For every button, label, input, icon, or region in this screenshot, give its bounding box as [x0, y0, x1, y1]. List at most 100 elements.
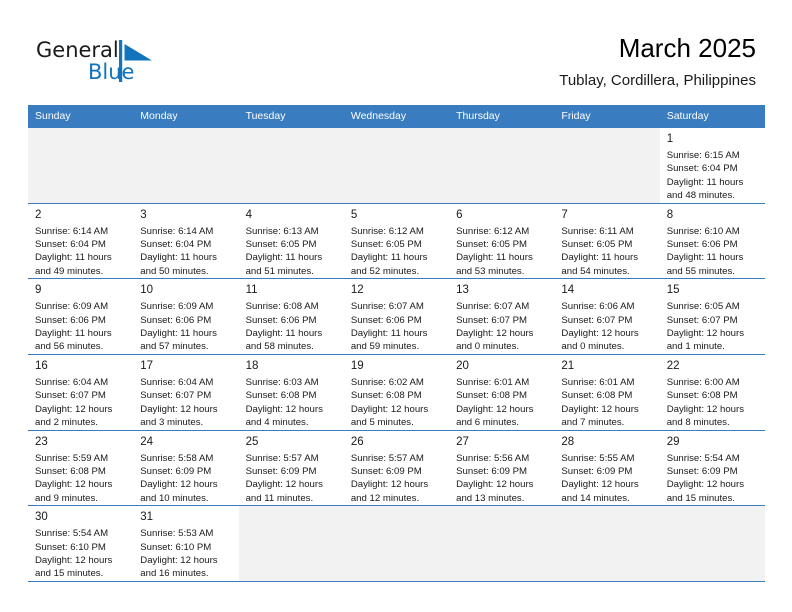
- calendar-day-cell[interactable]: 21 Sunrise: 6:01 AM Sunset: 6:08 PM Dayli…: [554, 353, 660, 431]
- calendar-day-number: 23: [35, 435, 48, 448]
- calendar-day-cell[interactable]: 18 Sunrise: 6:03 AM Sunset: 6:08 PM Dayli…: [238, 353, 344, 431]
- calendar-day-cell-inner: 19 Sunrise: 6:02 AM Sunset: 6:08 PM Dayli…: [344, 355, 449, 430]
- calendar-day-number: 24: [140, 435, 154, 448]
- calendar-day-cell[interactable]: 7 Sunrise: 6:11 AM Sunset: 6:05 PM Daylig…: [554, 202, 660, 280]
- calendar-day-cell[interactable]: 9 Sunrise: 6:09 AM Sunset: 6:06 PM Daylig…: [28, 278, 134, 355]
- calendar-empty-cell: [343, 505, 450, 582]
- calendar-day-sun-info: Sunrise: 5:59 AM Sunset: 6:08 PM Dayligh…: [35, 452, 113, 504]
- calendar-day-cell-inner: 24 Sunrise: 5:58 AM Sunset: 6:09 PM Dayli…: [133, 431, 238, 506]
- calendar-empty-cell: [133, 127, 239, 204]
- calendar-day-sun-info: Sunrise: 6:02 AM Sunset: 6:08 PM Dayligh…: [350, 376, 429, 429]
- calendar-day-cell-inner: [344, 506, 449, 510]
- calendar-day-number: 3: [140, 208, 147, 221]
- calendar-empty-cell: [238, 127, 344, 204]
- calendar-day-cell[interactable]: 1 Sunrise: 6:15 AM Sunset: 6:04 PM Daylig…: [659, 127, 765, 204]
- calendar-day-cell[interactable]: 4 Sunrise: 6:13 AM Sunset: 6:05 PM Daylig…: [238, 202, 344, 280]
- calendar-day-cell[interactable]: 26 Sunrise: 5:57 AM Sunset: 6:09 PM Dayli…: [343, 429, 450, 507]
- calendar-day-number: 19: [350, 359, 364, 372]
- calendar-day-cell[interactable]: 31 Sunrise: 5:53 AM Sunset: 6:10 PM Dayli…: [133, 505, 239, 582]
- column-header-sunday: Sunday: [28, 105, 134, 128]
- calendar-day-cell-inner: [554, 506, 659, 510]
- calendar-day-cell-inner: [344, 128, 449, 132]
- column-header-thursday: Thursday: [449, 105, 555, 128]
- calendar-day-sun-info: Sunrise: 6:12 AM Sunset: 6:05 PM Dayligh…: [350, 225, 428, 277]
- calendar-day-sun-info: Sunrise: 5:53 AM Sunset: 6:10 PM Dayligh…: [140, 528, 218, 580]
- column-header-saturday: Saturday: [659, 105, 765, 128]
- calendar-day-sun-info: Sunrise: 6:15 AM Sunset: 6:04 PM Dayligh…: [666, 150, 744, 202]
- calendar-day-cell[interactable]: 6 Sunrise: 6:12 AM Sunset: 6:05 PM Daylig…: [449, 202, 555, 280]
- calendar-day-cell-inner: [660, 506, 765, 510]
- brand-name-blue: Blue: [88, 60, 135, 84]
- calendar-day-number: 13: [456, 284, 469, 297]
- calendar-day-cell[interactable]: 5 Sunrise: 6:12 AM Sunset: 6:05 PM Daylig…: [343, 202, 450, 280]
- calendar-day-cell[interactable]: 2 Sunrise: 6:14 AM Sunset: 6:04 PM Daylig…: [28, 202, 134, 280]
- calendar-day-cell[interactable]: 16 Sunrise: 6:04 AM Sunset: 6:07 PM Dayli…: [28, 353, 134, 431]
- calendar-empty-cell: [659, 505, 765, 582]
- calendar-day-cell[interactable]: 28 Sunrise: 5:55 AM Sunset: 6:09 PM Dayli…: [554, 429, 660, 507]
- calendar-day-cell-inner: 1 Sunrise: 6:15 AM Sunset: 6:04 PM Daylig…: [660, 128, 765, 203]
- calendar-day-cell-inner: 21 Sunrise: 6:01 AM Sunset: 6:08 PM Dayli…: [554, 355, 659, 430]
- calendar-day-cell-inner: 20 Sunrise: 6:01 AM Sunset: 6:08 PM Dayli…: [449, 355, 554, 430]
- calendar-day-cell[interactable]: 30 Sunrise: 5:54 AM Sunset: 6:10 PM Dayli…: [28, 505, 134, 582]
- calendar-day-cell-inner: 13 Sunrise: 6:07 AM Sunset: 6:07 PM Dayli…: [449, 279, 554, 354]
- calendar-day-cell[interactable]: 11 Sunrise: 6:08 AM Sunset: 6:06 PM Dayli…: [238, 278, 344, 355]
- calendar-day-number: 7: [561, 208, 568, 221]
- calendar-day-cell-inner: [239, 506, 344, 510]
- calendar-day-number: 30: [35, 511, 48, 524]
- calendar-day-cell[interactable]: 24 Sunrise: 5:58 AM Sunset: 6:09 PM Dayli…: [133, 429, 239, 507]
- calendar-day-number: 26: [350, 435, 364, 448]
- calendar-day-number: 17: [140, 359, 154, 372]
- calendar-day-sun-info: Sunrise: 6:10 AM Sunset: 6:06 PM Dayligh…: [666, 225, 744, 277]
- calendar-day-cell[interactable]: 8 Sunrise: 6:10 AM Sunset: 6:06 PM Daylig…: [659, 202, 765, 280]
- calendar-day-number: 12: [350, 284, 364, 297]
- calendar-day-cell-inner: 23 Sunrise: 5:59 AM Sunset: 6:08 PM Dayli…: [28, 431, 133, 506]
- calendar-day-number: 9: [35, 284, 42, 297]
- calendar-day-cell[interactable]: 19 Sunrise: 6:02 AM Sunset: 6:08 PM Dayli…: [343, 353, 450, 431]
- calendar-week-row: 2 Sunrise: 6:14 AM Sunset: 6:04 PM Daylig…: [28, 202, 765, 280]
- calendar-empty-cell: [238, 505, 344, 582]
- calendar-empty-cell: [554, 505, 660, 582]
- calendar-day-cell[interactable]: 20 Sunrise: 6:01 AM Sunset: 6:08 PM Dayli…: [449, 353, 555, 431]
- calendar-day-cell[interactable]: 25 Sunrise: 5:57 AM Sunset: 6:09 PM Dayli…: [238, 429, 344, 507]
- calendar-day-cell[interactable]: 17 Sunrise: 6:04 AM Sunset: 6:07 PM Dayli…: [133, 353, 239, 431]
- calendar-day-sun-info: Sunrise: 6:14 AM Sunset: 6:04 PM Dayligh…: [140, 225, 217, 277]
- calendar-day-cell[interactable]: 14 Sunrise: 6:06 AM Sunset: 6:07 PM Dayli…: [554, 278, 660, 355]
- calendar-day-cell-inner: [28, 128, 133, 132]
- calendar-day-number: 14: [561, 284, 575, 297]
- calendar-day-cell[interactable]: 23 Sunrise: 5:59 AM Sunset: 6:08 PM Dayli…: [28, 429, 134, 507]
- calendar-page: General Blue March 2025 Tublay, Cordille…: [0, 0, 792, 612]
- calendar-day-cell[interactable]: 22 Sunrise: 6:00 AM Sunset: 6:08 PM Dayli…: [659, 353, 765, 431]
- calendar-day-cell[interactable]: 12 Sunrise: 6:07 AM Sunset: 6:06 PM Dayli…: [343, 278, 450, 355]
- calendar-day-sun-info: Sunrise: 6:03 AM Sunset: 6:08 PM Dayligh…: [245, 376, 323, 429]
- column-header-monday: Monday: [133, 105, 239, 128]
- calendar-day-sun-info: Sunrise: 6:09 AM Sunset: 6:06 PM Dayligh…: [35, 301, 112, 353]
- calendar-day-number: 31: [140, 511, 154, 524]
- calendar-day-cell[interactable]: 13 Sunrise: 6:07 AM Sunset: 6:07 PM Dayli…: [449, 278, 555, 355]
- calendar-day-cell-inner: 4 Sunrise: 6:13 AM Sunset: 6:05 PM Daylig…: [239, 204, 344, 279]
- calendar-day-cell-inner: 30 Sunrise: 5:54 AM Sunset: 6:10 PM Dayli…: [28, 506, 133, 581]
- calendar-day-sun-info: Sunrise: 6:01 AM Sunset: 6:08 PM Dayligh…: [456, 376, 534, 429]
- calendar-day-sun-info: Sunrise: 6:01 AM Sunset: 6:08 PM Dayligh…: [561, 376, 639, 429]
- calendar-day-number: 5: [350, 208, 358, 221]
- calendar-day-cell[interactable]: 3 Sunrise: 6:14 AM Sunset: 6:04 PM Daylig…: [133, 202, 239, 280]
- calendar-day-cell-inner: 15 Sunrise: 6:05 AM Sunset: 6:07 PM Dayli…: [660, 279, 765, 354]
- calendar-day-cell[interactable]: 10 Sunrise: 6:09 AM Sunset: 6:06 PM Dayli…: [133, 278, 239, 355]
- calendar-day-cell[interactable]: 15 Sunrise: 6:05 AM Sunset: 6:07 PM Dayli…: [659, 278, 765, 355]
- calendar-day-cell[interactable]: 29 Sunrise: 5:54 AM Sunset: 6:09 PM Dayli…: [659, 429, 765, 507]
- calendar-day-cell-inner: 5 Sunrise: 6:12 AM Sunset: 6:05 PM Daylig…: [344, 204, 449, 279]
- calendar-body: 1 Sunrise: 6:15 AM Sunset: 6:04 PM Daylig…: [28, 127, 765, 582]
- calendar-day-cell[interactable]: 27 Sunrise: 5:56 AM Sunset: 6:09 PM Dayli…: [449, 429, 555, 507]
- calendar-day-sun-info: Sunrise: 5:55 AM Sunset: 6:09 PM Dayligh…: [561, 452, 639, 504]
- brand-logo[interactable]: General Blue: [36, 38, 216, 90]
- calendar-day-cell-inner: 7 Sunrise: 6:11 AM Sunset: 6:05 PM Daylig…: [554, 204, 659, 279]
- calendar-day-sun-info: Sunrise: 5:56 AM Sunset: 6:09 PM Dayligh…: [456, 452, 534, 504]
- calendar-day-cell-inner: 22 Sunrise: 6:00 AM Sunset: 6:08 PM Dayli…: [660, 355, 765, 430]
- calendar-day-cell-inner: 17 Sunrise: 6:04 AM Sunset: 6:07 PM Dayli…: [133, 355, 238, 430]
- calendar-day-sun-info: Sunrise: 6:07 AM Sunset: 6:06 PM Dayligh…: [350, 301, 428, 353]
- calendar-day-sun-info: Sunrise: 6:00 AM Sunset: 6:08 PM Dayligh…: [666, 376, 745, 429]
- calendar-day-cell-inner: 16 Sunrise: 6:04 AM Sunset: 6:07 PM Dayli…: [28, 355, 133, 430]
- calendar-day-number: 27: [456, 435, 469, 448]
- column-header-tuesday: Tuesday: [238, 105, 344, 128]
- column-header-wednesday: Wednesday: [343, 105, 450, 128]
- calendar-day-number: 6: [456, 208, 463, 221]
